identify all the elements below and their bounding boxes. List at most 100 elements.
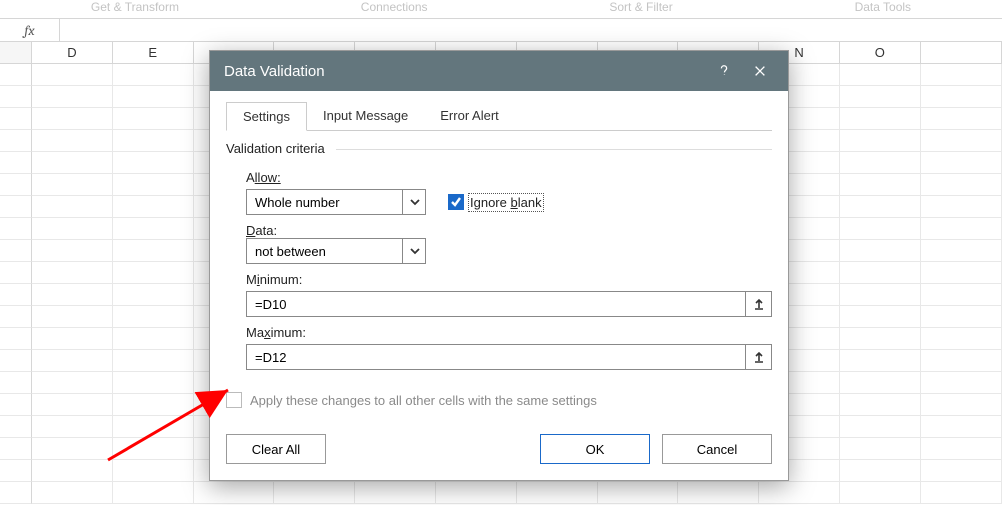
cell[interactable]: [113, 130, 194, 152]
cell[interactable]: [32, 108, 113, 130]
apply-all-checkbox[interactable]: [226, 392, 242, 408]
cell[interactable]: [921, 108, 1002, 130]
cell[interactable]: [840, 174, 921, 196]
cell[interactable]: [840, 460, 921, 482]
dialog-titlebar[interactable]: Data Validation: [210, 51, 788, 91]
cell[interactable]: [113, 86, 194, 108]
cell[interactable]: [113, 438, 194, 460]
cell[interactable]: [113, 394, 194, 416]
cell[interactable]: [113, 372, 194, 394]
cell[interactable]: [113, 64, 194, 86]
cell[interactable]: [840, 350, 921, 372]
maximum-range-picker-button[interactable]: [746, 344, 772, 370]
row-header[interactable]: [0, 460, 32, 482]
cell[interactable]: [32, 350, 113, 372]
ignore-blank-label[interactable]: Ignore blank: [470, 195, 542, 210]
cell[interactable]: [113, 416, 194, 438]
cell[interactable]: [32, 196, 113, 218]
ok-button[interactable]: OK: [540, 434, 650, 464]
cell[interactable]: [921, 328, 1002, 350]
row-header[interactable]: [0, 130, 32, 152]
tab-settings[interactable]: Settings: [226, 102, 307, 131]
row-header[interactable]: [0, 262, 32, 284]
cell[interactable]: [355, 482, 436, 504]
cell[interactable]: [840, 482, 921, 504]
cell[interactable]: [113, 306, 194, 328]
row-header[interactable]: [0, 218, 32, 240]
clear-all-button[interactable]: Clear All: [226, 434, 326, 464]
row-header[interactable]: [0, 240, 32, 262]
column-header[interactable]: O: [840, 42, 921, 63]
cell[interactable]: [32, 284, 113, 306]
maximum-input[interactable]: [246, 344, 746, 370]
row-header[interactable]: [0, 196, 32, 218]
cell[interactable]: [759, 482, 840, 504]
cell[interactable]: [921, 350, 1002, 372]
cell[interactable]: [32, 64, 113, 86]
cell[interactable]: [113, 460, 194, 482]
cell[interactable]: [921, 306, 1002, 328]
cell[interactable]: [840, 394, 921, 416]
cell[interactable]: [921, 460, 1002, 482]
fx-label[interactable]: fx: [0, 19, 60, 41]
cell[interactable]: [32, 174, 113, 196]
cell[interactable]: [32, 152, 113, 174]
cell[interactable]: [921, 130, 1002, 152]
cell[interactable]: [32, 394, 113, 416]
cell[interactable]: [32, 438, 113, 460]
cell[interactable]: [840, 152, 921, 174]
cell[interactable]: [840, 328, 921, 350]
cell[interactable]: [32, 240, 113, 262]
cell[interactable]: [921, 262, 1002, 284]
cell[interactable]: [921, 372, 1002, 394]
cell[interactable]: [921, 64, 1002, 86]
cell[interactable]: [32, 306, 113, 328]
cell[interactable]: [113, 196, 194, 218]
cell[interactable]: [113, 482, 194, 504]
cell[interactable]: [113, 174, 194, 196]
row-header[interactable]: [0, 306, 32, 328]
cell[interactable]: [32, 372, 113, 394]
cell[interactable]: [840, 306, 921, 328]
row-header[interactable]: [0, 416, 32, 438]
cell[interactable]: [840, 438, 921, 460]
row-header[interactable]: [0, 284, 32, 306]
cell[interactable]: [840, 218, 921, 240]
column-header[interactable]: E: [113, 42, 194, 63]
cell[interactable]: [921, 152, 1002, 174]
cell[interactable]: [113, 350, 194, 372]
select-all-corner[interactable]: [0, 42, 32, 63]
cell[interactable]: [113, 262, 194, 284]
cell[interactable]: [678, 482, 759, 504]
data-select[interactable]: [246, 238, 426, 264]
row-header[interactable]: [0, 328, 32, 350]
allow-select[interactable]: [246, 189, 426, 215]
row-header[interactable]: [0, 108, 32, 130]
cell[interactable]: [840, 108, 921, 130]
data-value[interactable]: [246, 238, 426, 264]
cell[interactable]: [921, 196, 1002, 218]
row-header[interactable]: [0, 482, 32, 504]
cell[interactable]: [517, 482, 598, 504]
cell[interactable]: [921, 174, 1002, 196]
column-header[interactable]: D: [32, 42, 113, 63]
tab-input-message[interactable]: Input Message: [307, 102, 424, 130]
cancel-button[interactable]: Cancel: [662, 434, 772, 464]
cell[interactable]: [32, 262, 113, 284]
cell[interactable]: [921, 394, 1002, 416]
minimum-range-picker-button[interactable]: [746, 291, 772, 317]
tab-error-alert[interactable]: Error Alert: [424, 102, 515, 130]
cell[interactable]: [921, 416, 1002, 438]
cell[interactable]: [840, 64, 921, 86]
cell[interactable]: [194, 482, 275, 504]
cell[interactable]: [840, 86, 921, 108]
cell[interactable]: [113, 108, 194, 130]
row-header[interactable]: [0, 64, 32, 86]
cell[interactable]: [32, 218, 113, 240]
column-header[interactable]: [921, 42, 1002, 63]
cell[interactable]: [274, 482, 355, 504]
row-header[interactable]: [0, 152, 32, 174]
cell[interactable]: [840, 284, 921, 306]
cell[interactable]: [32, 460, 113, 482]
cell[interactable]: [32, 130, 113, 152]
